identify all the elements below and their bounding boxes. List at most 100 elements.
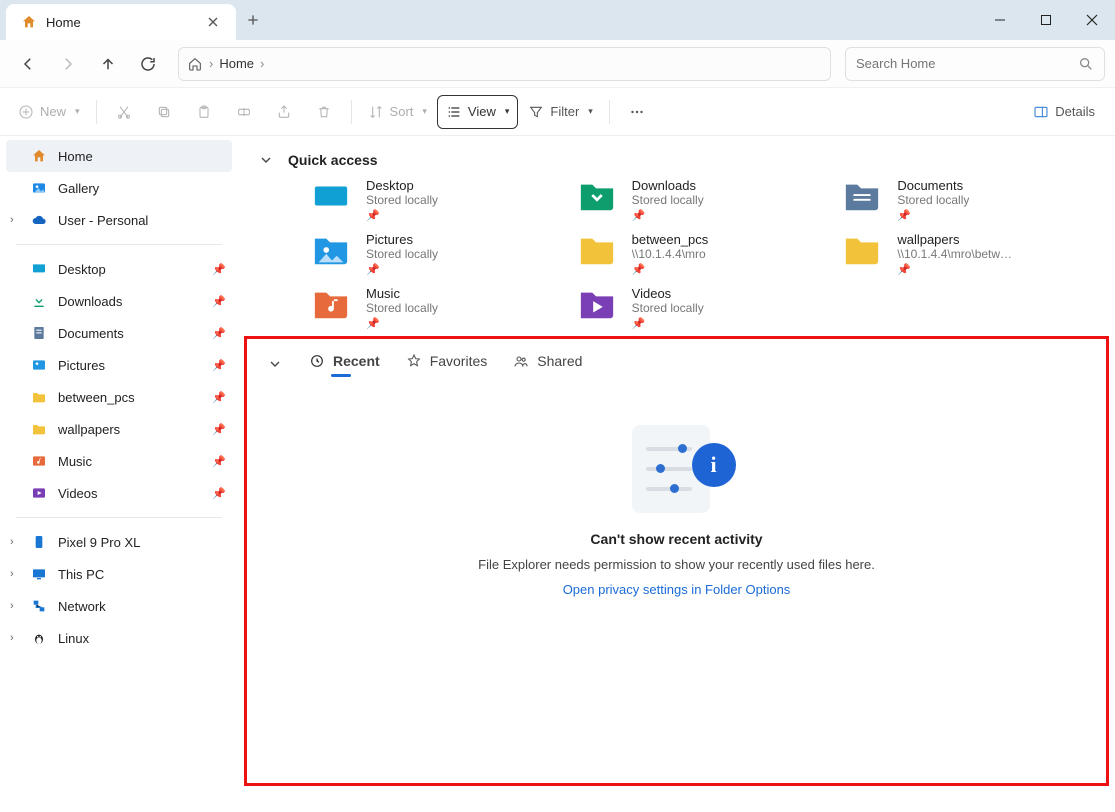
pin-icon: 📌 xyxy=(366,317,438,330)
pin-icon: 📌 xyxy=(212,263,226,276)
chevron-down-icon[interactable] xyxy=(258,152,274,168)
quick-access-item[interactable]: DesktopStored locally📌 xyxy=(308,178,564,222)
search-icon xyxy=(1078,56,1094,72)
search-input[interactable] xyxy=(856,56,1078,71)
videos-icon xyxy=(30,484,48,502)
documents-icon xyxy=(30,324,48,342)
chevron-right-icon[interactable]: › xyxy=(260,56,264,71)
new-button[interactable]: New▾ xyxy=(10,95,88,129)
breadcrumb-segment[interactable]: Home xyxy=(219,56,254,71)
sidebar-item-music[interactable]: Music📌 xyxy=(0,445,238,477)
sidebar-item-network[interactable]: › Network xyxy=(0,590,238,622)
paste-button[interactable] xyxy=(185,95,223,129)
share-button[interactable] xyxy=(265,95,303,129)
quick-access-item[interactable]: DocumentsStored locally📌 xyxy=(839,178,1095,222)
chevron-right-icon[interactable]: › xyxy=(209,56,213,71)
navigation-bar: › Home › xyxy=(0,40,1115,88)
item-name: Videos xyxy=(632,286,704,301)
sidebar-item-user-onedrive[interactable]: › User - Personal xyxy=(0,204,238,236)
tab-recent[interactable]: Recent xyxy=(309,353,380,375)
maximize-button[interactable] xyxy=(1023,0,1069,40)
back-button[interactable] xyxy=(10,46,46,82)
sidebar-item-linux[interactable]: › Linux xyxy=(0,622,238,654)
title-bar: Home xyxy=(0,0,1115,40)
pin-icon: 📌 xyxy=(212,487,226,500)
sidebar-item-videos[interactable]: Videos📌 xyxy=(0,477,238,509)
music-icon xyxy=(30,452,48,470)
item-location: \\10.1.4.4\mro xyxy=(632,247,709,261)
item-name: between_pcs xyxy=(632,232,709,247)
chevron-down-icon[interactable] xyxy=(267,356,283,372)
cloud-icon xyxy=(30,211,48,229)
quick-access-item[interactable]: PicturesStored locally📌 xyxy=(308,232,564,276)
sidebar-item-home[interactable]: Home xyxy=(6,140,232,172)
new-tab-button[interactable] xyxy=(236,0,270,40)
view-button[interactable]: View▾ xyxy=(437,95,518,129)
info-icon: i xyxy=(692,443,736,487)
close-tab-button[interactable] xyxy=(204,13,222,31)
pin-icon: 📌 xyxy=(366,209,438,222)
more-button[interactable] xyxy=(618,95,656,129)
window-tab[interactable]: Home xyxy=(6,4,236,40)
star-icon xyxy=(406,353,422,369)
sidebar-item-desktop[interactable]: Desktop📌 xyxy=(0,253,238,285)
sidebar-item-between-pcs[interactable]: between_pcs📌 xyxy=(0,381,238,413)
sidebar-item-wallpapers[interactable]: wallpapers📌 xyxy=(0,413,238,445)
copy-button[interactable] xyxy=(145,95,183,129)
item-location: Stored locally xyxy=(632,301,704,315)
sidebar-item-thispc[interactable]: › This PC xyxy=(0,558,238,590)
window-controls xyxy=(977,0,1115,40)
pin-icon: 📌 xyxy=(212,455,226,468)
pin-icon: 📌 xyxy=(212,295,226,308)
quick-access-item[interactable]: VideosStored locally📌 xyxy=(574,286,830,330)
empty-illustration: i xyxy=(622,421,732,521)
home-icon xyxy=(187,56,203,72)
item-name: Pictures xyxy=(366,232,438,247)
recent-section-highlight: Recent Favorites Shared xyxy=(244,336,1109,786)
filter-button[interactable]: Filter▾ xyxy=(520,95,600,129)
sort-button[interactable]: Sort▾ xyxy=(360,95,435,129)
empty-state: i Can't show recent activity File Explor… xyxy=(267,421,1086,597)
details-pane-button[interactable]: Details xyxy=(1023,104,1105,120)
quick-access-item[interactable]: wallpapers\\10.1.4.4\mro\betw…📌 xyxy=(839,232,1095,276)
privacy-settings-link[interactable]: Open privacy settings in Folder Options xyxy=(563,582,791,597)
desktop-icon xyxy=(30,260,48,278)
refresh-button[interactable] xyxy=(130,46,166,82)
folder-icon xyxy=(308,178,354,214)
tab-shared[interactable]: Shared xyxy=(513,353,582,375)
tab-favorites[interactable]: Favorites xyxy=(406,353,488,375)
up-button[interactable] xyxy=(90,46,126,82)
quick-access-item[interactable]: DownloadsStored locally📌 xyxy=(574,178,830,222)
pin-icon: 📌 xyxy=(212,391,226,404)
forward-button[interactable] xyxy=(50,46,86,82)
sidebar-item-pixel[interactable]: › Pixel 9 Pro XL xyxy=(0,526,238,558)
chevron-right-icon[interactable]: › xyxy=(10,536,14,548)
folder-icon xyxy=(574,286,620,322)
cut-button[interactable] xyxy=(105,95,143,129)
empty-title: Can't show recent activity xyxy=(590,531,762,547)
download-icon xyxy=(30,292,48,310)
search-box[interactable] xyxy=(845,47,1105,81)
address-bar[interactable]: › Home › xyxy=(178,47,831,81)
sidebar-item-gallery[interactable]: Gallery xyxy=(0,172,238,204)
pin-icon: 📌 xyxy=(632,263,709,276)
chevron-right-icon[interactable]: › xyxy=(10,632,14,644)
sidebar-item-pictures[interactable]: Pictures📌 xyxy=(0,349,238,381)
sidebar-item-downloads[interactable]: Downloads📌 xyxy=(0,285,238,317)
chevron-right-icon[interactable]: › xyxy=(10,568,14,580)
monitor-icon xyxy=(30,565,48,583)
folder-icon xyxy=(30,388,48,406)
delete-button[interactable] xyxy=(305,95,343,129)
rename-button[interactable] xyxy=(225,95,263,129)
folder-icon xyxy=(839,178,885,214)
chevron-right-icon[interactable]: › xyxy=(10,214,14,226)
chevron-right-icon[interactable]: › xyxy=(10,600,14,612)
minimize-button[interactable] xyxy=(977,0,1023,40)
quick-access-item[interactable]: between_pcs\\10.1.4.4\mro 📌 xyxy=(574,232,830,276)
close-window-button[interactable] xyxy=(1069,0,1115,40)
pin-icon: 📌 xyxy=(897,209,969,222)
sidebar-item-documents[interactable]: Documents📌 xyxy=(0,317,238,349)
quick-access-item[interactable]: MusicStored locally📌 xyxy=(308,286,564,330)
folder-icon xyxy=(574,232,620,268)
command-bar: New▾ Sort▾ View▾ Filter▾ Details xyxy=(0,88,1115,136)
